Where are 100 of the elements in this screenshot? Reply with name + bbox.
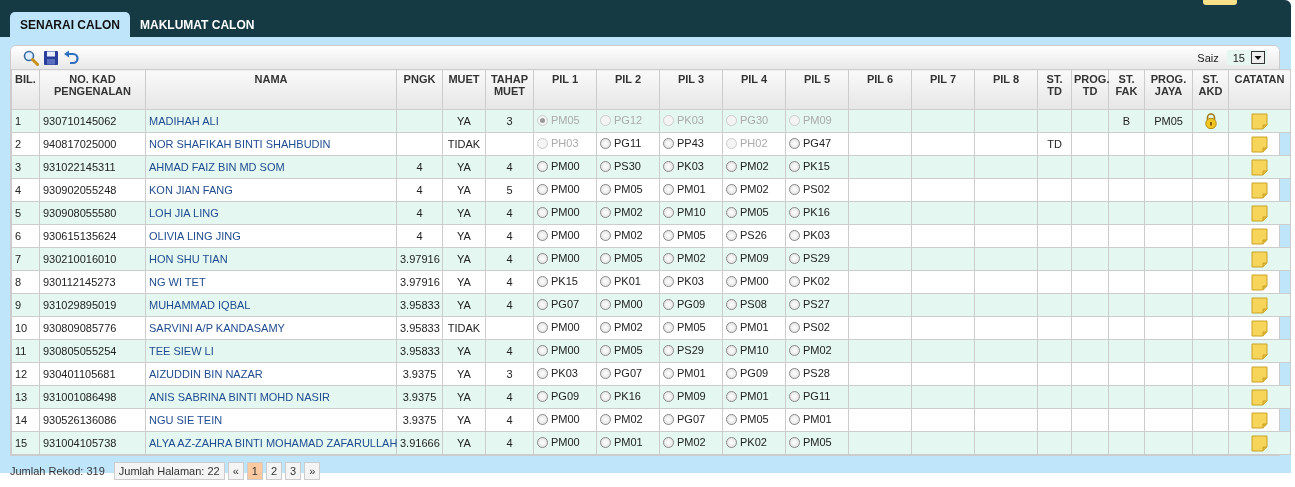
muet-level: 5 [506,184,513,196]
tab[interactable]: SENARAI CALON [10,12,130,37]
muet-level: 4 [506,253,513,265]
row-number: 13 [15,391,28,403]
muet-level: 4 [506,230,513,242]
gpa-value: 3.97916 [400,253,440,265]
candidate-name-link[interactable]: LOH JIA LING [149,207,219,219]
ic-number: 930710145062 [43,115,117,127]
column-header[interactable]: PIL 7 [911,69,975,110]
note-icon[interactable] [1251,181,1268,199]
save-icon[interactable] [43,49,59,66]
row-number: 1 [15,115,22,127]
ic-number: 930809085776 [43,322,117,334]
candidate-name-link[interactable]: KON JIAN FANG [149,184,233,196]
column-header[interactable]: PIL 5 [785,69,849,110]
column-header[interactable]: PIL 2 [596,69,660,110]
note-icon[interactable] [1251,112,1268,130]
column-header[interactable]: NO. KAD PENGENALAN [39,69,146,110]
column-header[interactable]: PIL 8 [974,69,1038,110]
note-icon[interactable] [1251,411,1268,429]
dropdown-icon[interactable] [1251,51,1265,64]
gpa-value: 3.97916 [400,276,440,288]
candidate-name-link[interactable]: NG WI TET [149,276,206,288]
next-page-button[interactable]: » [304,462,321,480]
note-icon[interactable] [1251,204,1268,222]
previous-page-button[interactable]: « [227,462,244,480]
muet-status: YA [457,299,471,311]
muet-level: 4 [506,299,513,311]
ic-number: 930112145273 [43,276,116,288]
size-select[interactable]: 15 [1226,50,1267,65]
muet-status: YA [457,345,471,357]
gpa-value: 4 [416,230,423,242]
muet-status: YA [457,161,471,173]
column-header[interactable]: PNGK [396,69,443,110]
column-header[interactable]: PIL 6 [848,69,912,110]
column-header[interactable]: PROG. TD [1071,69,1109,110]
note-icon[interactable] [1251,227,1268,245]
note-icon[interactable] [1251,319,1268,337]
note-icon[interactable] [1251,135,1268,153]
gpa-value: 4 [416,207,423,219]
candidate-name-link[interactable]: NGU SIE TEIN [149,414,223,426]
undo-icon[interactable] [63,49,79,66]
gpa-value: 3.9375 [402,414,437,426]
column-header[interactable]: ST. TD [1037,69,1072,110]
search-icon[interactable] [23,49,39,66]
row-number: 15 [15,437,28,449]
note-icon[interactable] [1251,342,1268,360]
muet-level: 4 [506,276,513,288]
column-header[interactable]: PROG. JAYA [1144,69,1193,110]
muet-level: 4 [506,207,513,219]
muet-status: TIDAK [447,138,481,150]
note-icon[interactable] [1251,388,1268,406]
column-header[interactable]: BIL. [11,69,40,110]
column-header[interactable]: MUET [442,69,486,110]
column-header[interactable]: CATATAN [1228,69,1291,110]
note-icon[interactable] [1251,434,1268,452]
candidate-name-link[interactable]: HON SHU TIAN [149,253,228,265]
tab[interactable]: MAKLUMAT CALON [130,12,265,37]
candidate-name-link[interactable]: MADIHAH ALI [149,115,219,127]
column-header[interactable]: NAMA [145,69,397,110]
ic-number: 931001086498 [43,391,117,403]
ic-number: 930615135624 [43,230,117,242]
ic-number: 931029895019 [43,299,117,311]
gpa-value: 3.9375 [402,368,437,380]
page-link[interactable]: 3 [285,462,302,480]
ic-number: 930908055580 [43,207,117,219]
faculty-status: B [1122,115,1131,127]
muet-level: 4 [506,391,513,403]
muet-status: YA [457,207,471,219]
candidate-name-link[interactable]: OLIVIA LING JING [149,230,241,242]
row-number: 2 [15,138,22,150]
row-number: 9 [15,299,22,311]
page-link[interactable]: 2 [265,462,283,480]
note-icon[interactable] [1251,365,1268,383]
row-number: 5 [15,207,22,219]
muet-status: YA [457,414,471,426]
muet-status: YA [457,391,471,403]
note-icon[interactable] [1251,250,1268,268]
muet-status: TIDAK [447,322,481,334]
note-icon[interactable] [1251,158,1268,176]
column-header[interactable]: PIL 3 [659,69,723,110]
column-header[interactable]: ST. FAK [1108,69,1145,110]
column-header[interactable]: PIL 1 [533,69,597,110]
column-header[interactable]: ST. AKD [1192,69,1229,110]
muet-level: 3 [506,115,513,127]
muet-status: YA [457,230,471,242]
muet-status: YA [457,115,471,127]
gpa-value: 3.95833 [400,299,440,311]
column-header[interactable]: PIL 4 [722,69,786,110]
ic-number: 931004105738 [43,437,117,449]
column-header[interactable]: TAHAP MUET [485,69,534,110]
page-link[interactable]: 1 [246,462,263,480]
pull-tab[interactable] [1203,0,1237,5]
ic-number: 930902055248 [43,184,117,196]
candidate-name-link[interactable]: TEE SIEW LI [149,345,214,357]
note-icon[interactable] [1251,296,1268,314]
lock-icon [1203,113,1218,129]
row-number: 11 [15,345,27,357]
muet-status: YA [457,368,471,380]
note-icon[interactable] [1251,273,1268,291]
